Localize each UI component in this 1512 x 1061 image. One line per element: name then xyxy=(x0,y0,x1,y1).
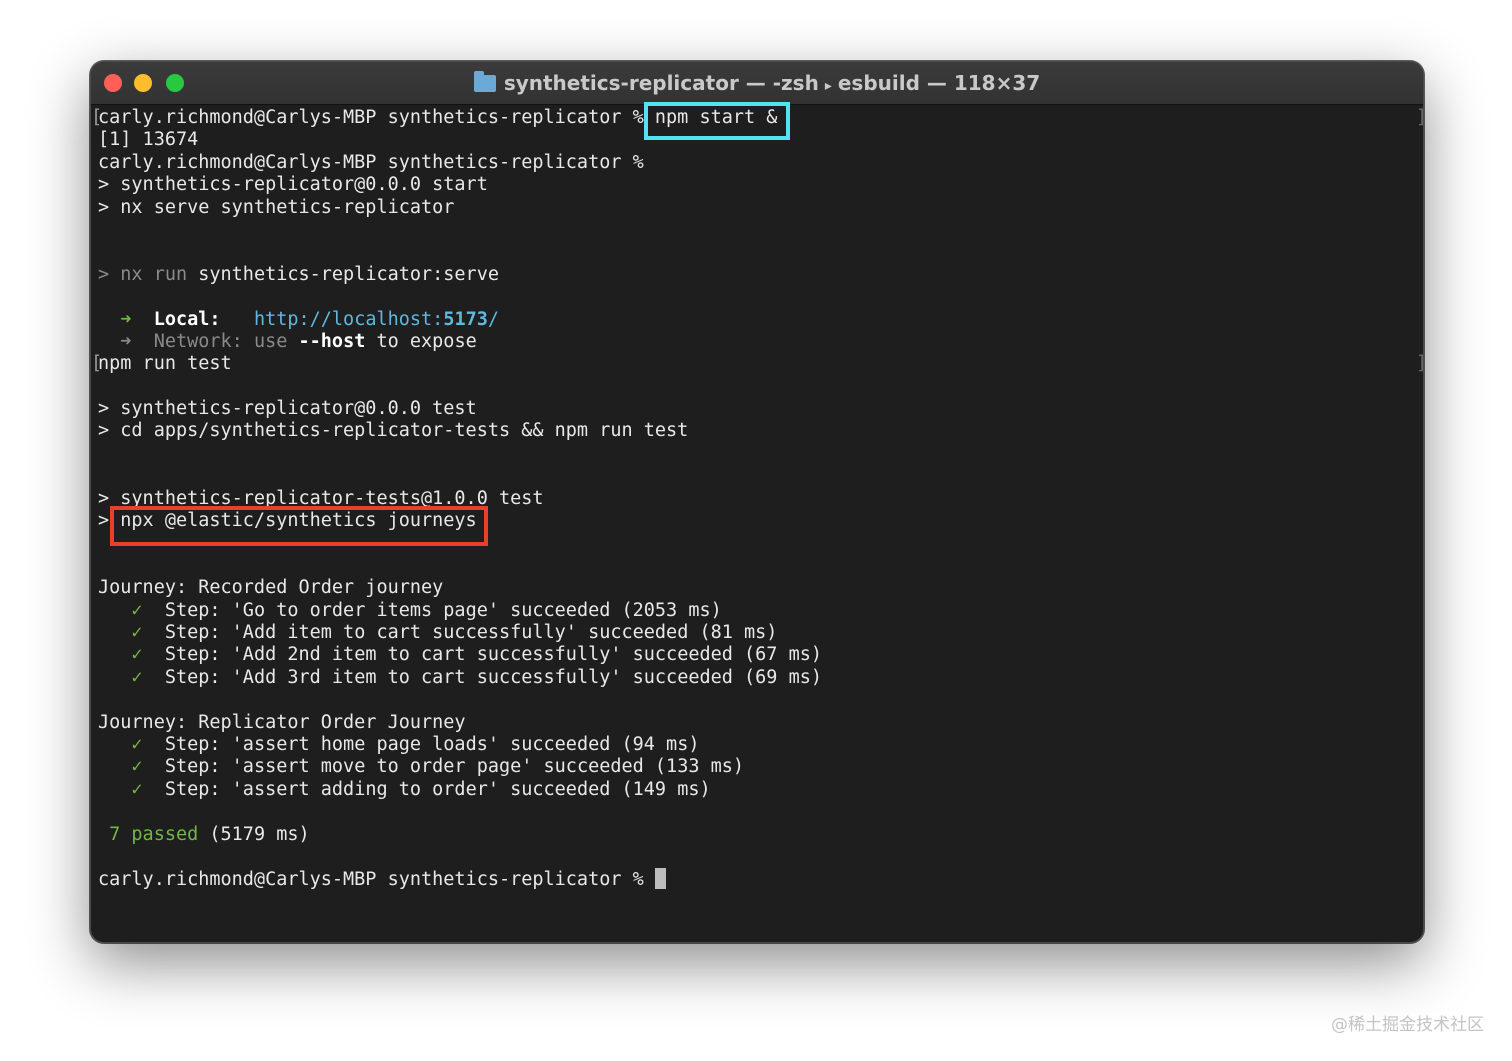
triangle-separator-icon: ▸ xyxy=(824,78,832,94)
highlight-npm-start xyxy=(644,102,790,140)
check-icon: ✓ xyxy=(131,644,143,666)
journey-step: ✓ Step: 'Go to order items page' succeed… xyxy=(131,599,722,621)
check-icon: ✓ xyxy=(131,778,143,800)
mark-bracket-left-icon: [ xyxy=(91,353,103,375)
line-cd-tests: > cd apps/synthetics-replicator-tests &&… xyxy=(98,420,689,442)
line-nx-run: > nx run synthetics-replicator:serve xyxy=(98,263,499,285)
highlight-npx-synthetics xyxy=(110,506,488,546)
line-prompt: carly.richmond@Carlys-MBP synthetics-rep… xyxy=(98,151,644,173)
line-test-script: > synthetics-replicator@0.0.0 test xyxy=(98,398,477,420)
line-nx-serve: > nx serve synthetics-replicator xyxy=(98,196,455,218)
journey-step: ✓ Step: 'assert adding to order' succeed… xyxy=(131,778,711,800)
journey-step: ✓ Step: 'Add item to cart successfully' … xyxy=(131,621,778,643)
folder-icon xyxy=(473,71,496,92)
line-npm-run-test: [npm run test] xyxy=(91,353,1423,375)
line-local-url: ➜ Local: http://localhost:5173/ xyxy=(98,308,500,330)
journey-step: ✓ Step: 'Add 2nd item to cart successful… xyxy=(131,644,822,666)
line-npm-script: > synthetics-replicator@0.0.0 start xyxy=(98,174,488,196)
mark-bracket-right-icon: ] xyxy=(1416,353,1423,375)
final-prompt[interactable]: carly.richmond@Carlys-MBP synthetics-rep… xyxy=(98,868,1423,890)
mark-bracket-right-icon: ] xyxy=(1416,107,1423,129)
localhost-link[interactable]: http://localhost:5173/ xyxy=(254,309,499,330)
title-bar[interactable]: synthetics-replicator — -zsh ▸ esbuild — 1… xyxy=(91,62,1423,105)
journey-title: Journey: Recorded Order journey xyxy=(98,577,444,599)
check-icon: ✓ xyxy=(131,666,143,688)
test-summary: 7 passed (5179 ms) xyxy=(98,823,310,845)
journey-step: ✓ Step: 'Add 3rd item to cart successful… xyxy=(131,666,822,688)
terminal-output[interactable]: [ carly.richmond@Carlys-MBP synthetics-re… xyxy=(91,107,1423,891)
line-network: ➜ Network: use --host to expose xyxy=(98,330,477,352)
journey-step: ✓ Step: 'assert move to order page' succ… xyxy=(131,756,745,778)
check-icon: ✓ xyxy=(131,599,143,621)
window-title: synthetics-replicator — -zsh ▸ esbuild — 1… xyxy=(91,70,1423,99)
journey-step: ✓ Step: 'assert home page loads' succeed… xyxy=(131,733,700,755)
terminal-window: synthetics-replicator — -zsh ▸ esbuild — 1… xyxy=(90,61,1424,943)
text-cursor xyxy=(654,868,666,890)
arrow-icon: ➜ xyxy=(98,308,154,330)
watermark: @稀土掘金技术社区 xyxy=(1331,1015,1484,1035)
check-icon: ✓ xyxy=(131,756,143,778)
check-icon: ✓ xyxy=(131,733,143,755)
check-icon: ✓ xyxy=(131,621,143,643)
arrow-icon: ➜ xyxy=(98,330,154,352)
journey-title: Journey: Replicator Order Journey xyxy=(98,711,466,733)
mark-bracket-left-icon: [ xyxy=(91,107,103,128)
